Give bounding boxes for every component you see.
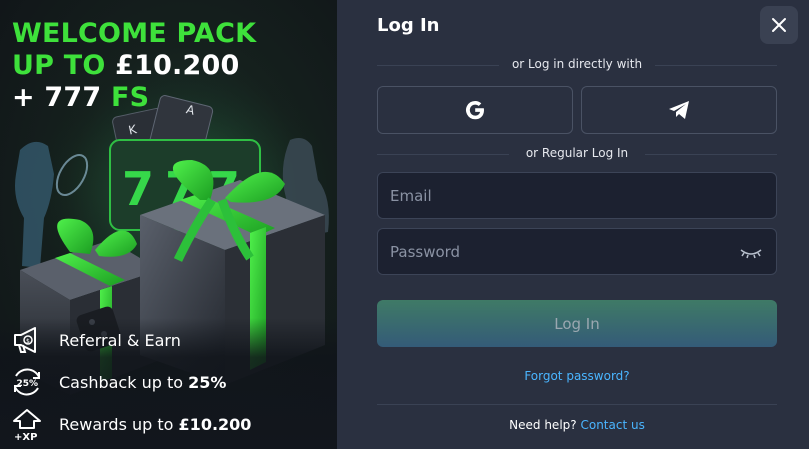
perk-cashback-label: Cashback up to 25% [59,372,227,392]
forgot-password-link[interactable]: Forgot password? [377,369,777,383]
help-label: Need help? [509,418,577,432]
perk-rewards-label: Rewards up to £10.200 [59,414,252,434]
login-submit-button[interactable]: Log In [377,300,777,347]
promo-headline: WELCOME PACK UP TO £10.200 + 777 FS [12,18,256,114]
perks-list: $ Referral & Earn 25% Cashback up to 25% [0,318,337,449]
promo-headline-line1: WELCOME PACK [12,18,257,49]
telegram-icon [669,101,689,119]
svg-text:$: $ [26,338,30,345]
help-divider [377,404,777,405]
perk-referral: $ Referral & Earn [10,322,181,358]
promo-free-spins-count: + 777 [12,82,111,113]
eye-closed-icon[interactable] [740,245,762,264]
social-divider-label: or Log in directly with [511,57,643,71]
promo-free-spins-label: FS [110,82,150,113]
password-input[interactable] [378,229,776,274]
email-field[interactable] [377,172,777,219]
password-field[interactable] [377,228,777,275]
regular-divider: or Regular Log In [377,146,777,162]
svg-text:25%: 25% [17,379,39,389]
contact-us-link[interactable]: Contact us [580,418,644,432]
megaphone-dollar-icon: $ [10,323,44,357]
google-login-button[interactable] [377,86,573,134]
cashback-25-icon: 25% [10,365,44,399]
close-icon [772,18,786,32]
perk-referral-label: Referral & Earn [59,330,181,350]
svg-text:+XP: +XP [14,432,37,442]
social-divider: or Log in directly with [377,57,777,73]
regular-divider-label: or Regular Log In [525,146,629,160]
close-button[interactable] [760,6,798,44]
telegram-login-button[interactable] [581,86,777,134]
xp-house-icon: +XP [10,407,44,442]
help-row: Need help? Contact us [377,418,777,432]
login-panel: Log In or Log in directly with or Regula… [337,0,809,449]
svg-text:7: 7 [122,162,154,216]
promo-panel: K A 7 7 7 WELCOME PACK UP TO £10.200 [0,0,337,449]
login-title: Log In [377,15,440,36]
perk-cashback: 25% Cashback up to 25% [10,364,226,400]
promo-headline-prefix: UP TO [12,50,116,81]
google-icon [465,100,484,120]
promo-headline-amount: £10.200 [115,50,240,81]
email-input[interactable] [378,173,776,218]
perk-rewards: +XP Rewards up to £10.200 [10,406,251,442]
